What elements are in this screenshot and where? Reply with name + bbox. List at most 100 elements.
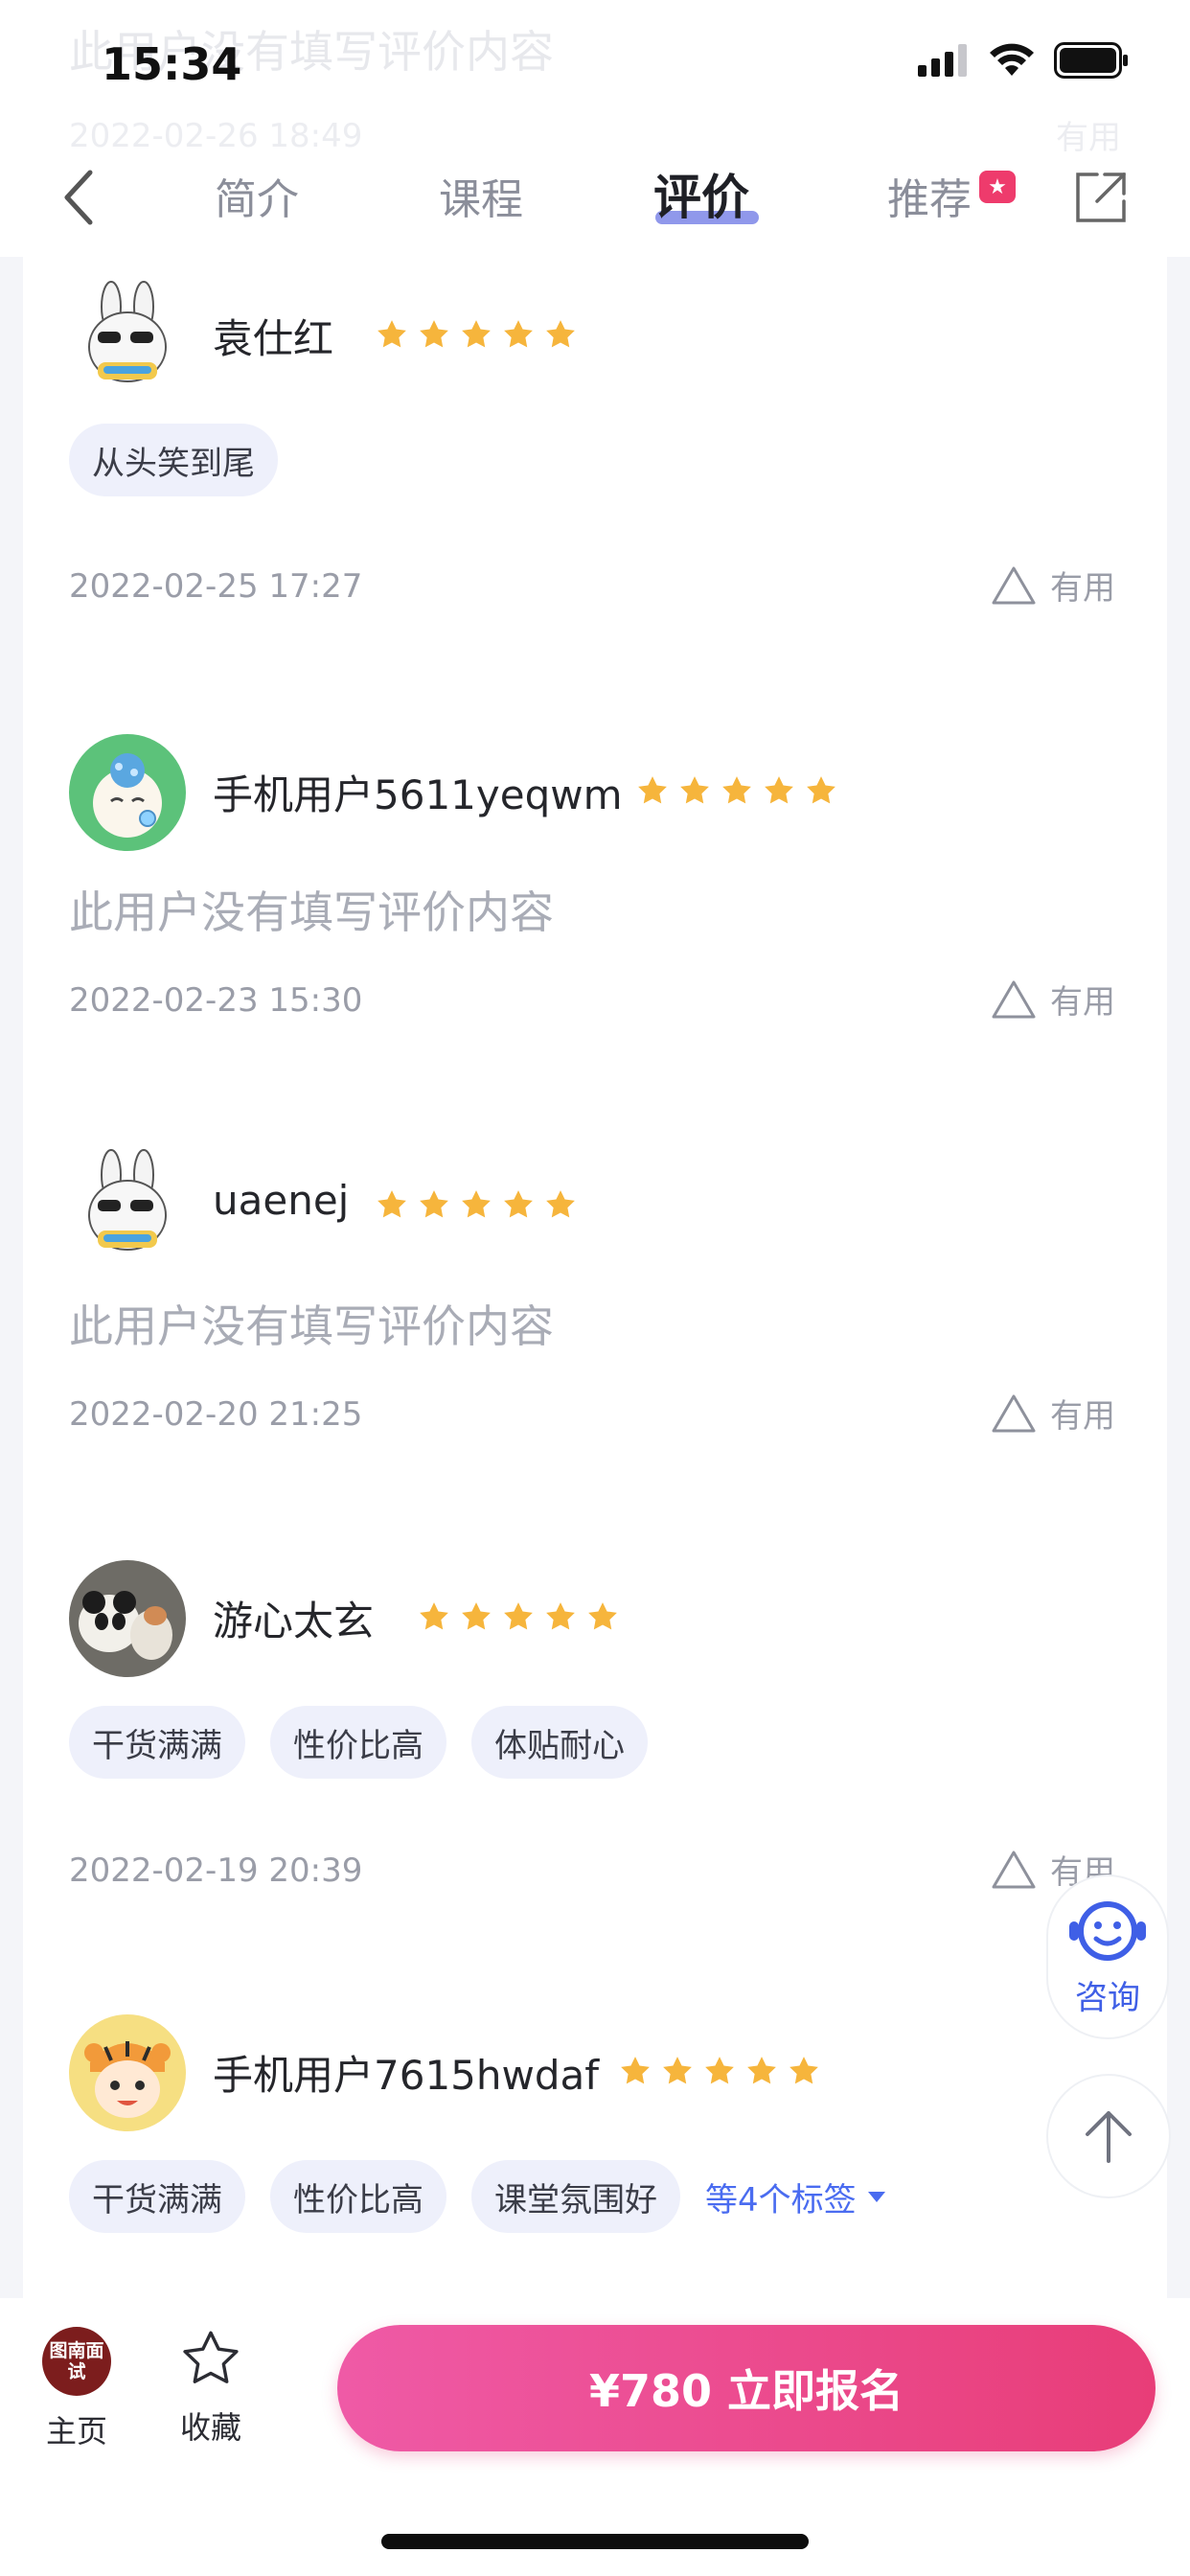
- star-icon: [588, 1602, 617, 1630]
- star-icon: [504, 1190, 533, 1218]
- favorite-label: 收藏: [179, 2409, 241, 2446]
- star-icon: [462, 1602, 491, 1630]
- scrolled-date-ghost: 2022-02-26 18:49: [69, 117, 363, 155]
- home-button[interactable]: 图南面试 主页: [29, 2327, 125, 2451]
- useful-button[interactable]: 有用: [991, 1390, 1115, 1437]
- status-time: 15:34: [102, 38, 242, 90]
- review-date: 2022-02-20 21:25: [69, 1395, 363, 1434]
- rating-stars: [636, 774, 837, 807]
- consult-button[interactable]: 咨询: [1046, 1874, 1169, 2039]
- rabbit-avatar-icon: [69, 278, 186, 395]
- star-icon: [722, 776, 751, 804]
- tab-navigation: 简介 课程 评价 推荐: [0, 153, 1190, 257]
- home-label: 主页: [45, 2413, 107, 2450]
- tab-courses[interactable]: 课程: [439, 165, 523, 226]
- review-username: 手机用户5611yeqwm: [213, 771, 623, 818]
- chevron-left-icon: [64, 170, 93, 225]
- review-tag: 干货满满: [69, 2160, 245, 2233]
- scrolled-useful-ghost: 有用: [1056, 119, 1121, 157]
- avatar[interactable]: [69, 2014, 186, 2131]
- share-button[interactable]: [1067, 161, 1134, 234]
- tab-recommend[interactable]: 推荐: [887, 165, 972, 226]
- wifi-icon: [990, 43, 1034, 76]
- rating-stars: [376, 318, 577, 351]
- rabbit-avatar-icon: [69, 1146, 186, 1263]
- review-date: 2022-02-25 17:27: [69, 567, 363, 606]
- review-tags: 从头笑到尾: [69, 424, 278, 496]
- useful-label: 有用: [1050, 1397, 1115, 1436]
- useful-label: 有用: [1050, 569, 1115, 608]
- tab-intro[interactable]: 简介: [215, 165, 299, 226]
- avatar[interactable]: [69, 734, 186, 851]
- review-tag: 课堂氛围好: [471, 2160, 680, 2233]
- home-indicator: [381, 2534, 809, 2549]
- star-icon: [790, 2057, 818, 2084]
- star-icon: [462, 1190, 491, 1218]
- triangle-thumb-icon: [992, 1394, 1036, 1432]
- tiger-kid-avatar-icon: [69, 2014, 186, 2131]
- star-icon: [621, 2057, 650, 2084]
- useful-button[interactable]: 有用: [991, 976, 1115, 1023]
- star-icon: [546, 1602, 575, 1630]
- star-outline-icon: [183, 2331, 239, 2383]
- review-comment: 此用户没有填写评价内容: [69, 886, 554, 938]
- share-icon: [1076, 172, 1126, 222]
- page: 此用户没有填写评价内容 2022-02-26 18:49 有用 15:34 简介…: [0, 0, 1190, 2576]
- avatar[interactable]: [69, 1560, 186, 1677]
- review-username: 袁仕红: [213, 315, 334, 362]
- battery-icon: [1054, 42, 1128, 79]
- favorite-button[interactable]: 收藏: [163, 2327, 259, 2448]
- star-icon: [378, 320, 406, 348]
- review-date: 2022-02-19 20:39: [69, 1852, 363, 1890]
- reviews-list: 袁仕红 从头笑到尾 2022-02-25 17:27 有用 手机用户5611ye…: [23, 257, 1167, 2298]
- back-to-top-button[interactable]: [1046, 2074, 1171, 2198]
- more-tags-label: 等4个标签: [705, 2180, 857, 2220]
- triangle-thumb-icon: [992, 980, 1036, 1018]
- star-icon: [747, 2057, 776, 2084]
- star-icon: [663, 2057, 692, 2084]
- caret-down-icon: [867, 2192, 885, 2202]
- brand-logo-icon: 图南面试: [42, 2327, 111, 2396]
- star-icon: [420, 1190, 448, 1218]
- star-icon: [807, 776, 835, 804]
- rating-stars: [376, 1188, 577, 1221]
- triangle-thumb-icon: [992, 566, 1036, 604]
- panda-photo-avatar-icon: [69, 1560, 186, 1677]
- star-icon: [546, 1190, 575, 1218]
- review-username: 游心太玄: [213, 1598, 375, 1644]
- review-comment: 此用户没有填写评价内容: [69, 1300, 554, 1352]
- cellular-signal-icon: [918, 44, 967, 77]
- triangle-thumb-icon: [992, 1851, 1036, 1888]
- arrow-up-icon: [1086, 2111, 1132, 2163]
- more-tags-toggle[interactable]: 等4个标签: [705, 2174, 887, 2220]
- rating-stars: [619, 2055, 820, 2087]
- customer-service-icon: [1069, 1900, 1146, 1961]
- review-tags: 干货满满 性价比高 课堂氛围好 等4个标签: [69, 2160, 887, 2233]
- star-icon: [638, 776, 667, 804]
- useful-label: 有用: [1050, 983, 1115, 1022]
- consult-label: 咨询: [1075, 1978, 1140, 2017]
- review-tag: 性价比高: [270, 1706, 446, 1779]
- star-icon: [462, 320, 491, 348]
- star-icon: [546, 320, 575, 348]
- review-tags: 干货满满 性价比高 体贴耐心: [69, 1706, 648, 1779]
- rating-stars: [418, 1600, 619, 1633]
- star-icon: [420, 1602, 448, 1630]
- tab-reviews[interactable]: 评价: [653, 159, 749, 228]
- star-icon: [765, 776, 793, 804]
- recommend-badge-icon: ★: [979, 171, 1016, 203]
- useful-button[interactable]: 有用: [991, 562, 1115, 609]
- review-tag: 干货满满: [69, 1706, 245, 1779]
- back-button[interactable]: [50, 161, 107, 234]
- review-username: 手机用户7615hwdaf: [213, 2052, 600, 2099]
- review-tag: 从头笑到尾: [69, 424, 278, 496]
- review-tag: 体贴耐心: [471, 1706, 648, 1779]
- star-icon: [378, 1190, 406, 1218]
- avatar[interactable]: [69, 278, 186, 395]
- avatar[interactable]: [69, 1146, 186, 1263]
- cat-avatar-icon: [69, 734, 186, 851]
- enroll-now-button[interactable]: ¥780 立即报名: [337, 2325, 1156, 2451]
- status-icons: [918, 42, 1129, 79]
- review-username: uaenej: [213, 1177, 350, 1224]
- star-icon: [504, 320, 533, 348]
